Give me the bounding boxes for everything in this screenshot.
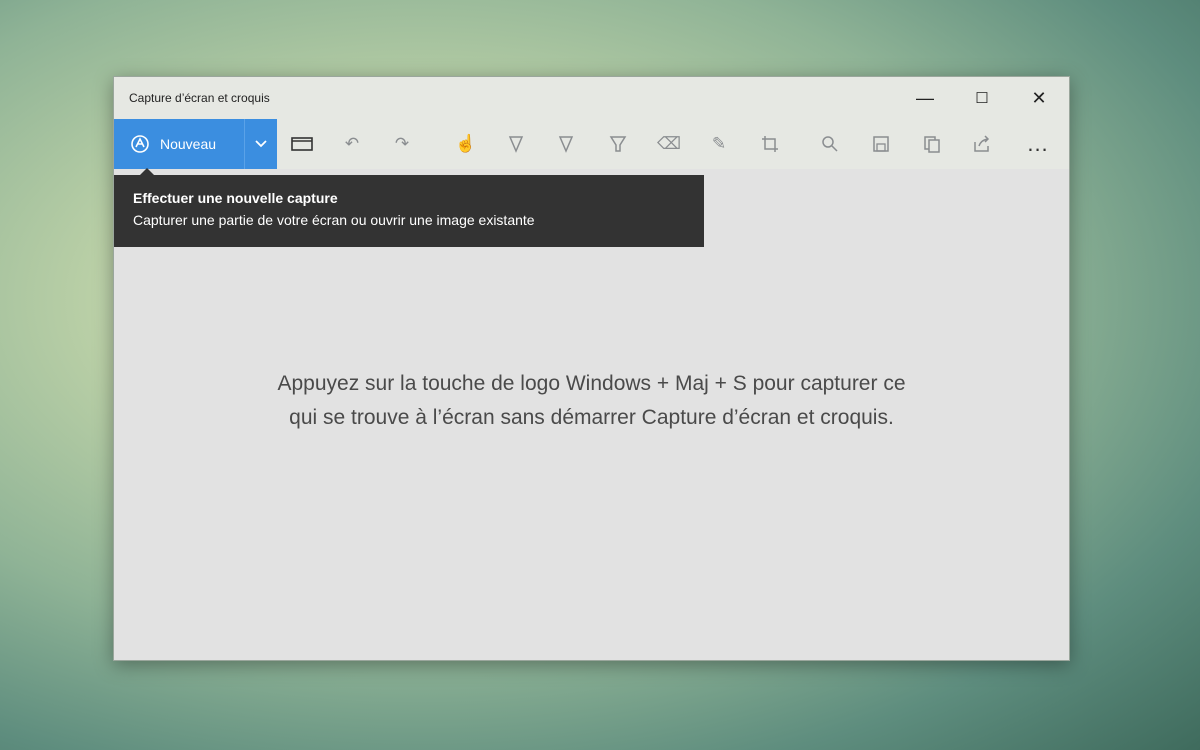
undo-icon: ↶ bbox=[344, 134, 360, 153]
pencil-icon bbox=[558, 135, 574, 153]
save-button[interactable] bbox=[856, 119, 906, 169]
new-snip-icon bbox=[130, 134, 150, 154]
crop-button[interactable] bbox=[745, 119, 795, 169]
more-options-button[interactable]: ... bbox=[1013, 119, 1063, 169]
maximize-button[interactable]: ☐ bbox=[954, 77, 1010, 119]
minimize-button[interactable]: — bbox=[897, 77, 953, 119]
copy-icon bbox=[923, 135, 941, 153]
share-icon bbox=[973, 135, 991, 153]
tooltip-title: Effectuer une nouvelle capture bbox=[133, 190, 338, 206]
toolbar: Nouveau ↶ ↷ ☝ ⌫ ✎ ... bbox=[114, 119, 1069, 169]
ballpoint-pen-button[interactable] bbox=[491, 119, 541, 169]
pen-icon bbox=[508, 135, 524, 153]
crop-icon bbox=[761, 135, 779, 153]
window-icon bbox=[291, 136, 313, 152]
eraser-icon: ⌫ bbox=[656, 134, 682, 153]
highlighter-button[interactable] bbox=[593, 119, 643, 169]
new-capture-dropdown[interactable] bbox=[244, 119, 277, 169]
app-window: Capture d’écran et croquis — ☐ ✕ Nouveau bbox=[113, 76, 1070, 661]
share-button[interactable] bbox=[957, 119, 1007, 169]
zoom-icon bbox=[821, 135, 839, 153]
chevron-down-icon bbox=[254, 139, 268, 149]
new-capture-tooltip: Effectuer une nouvelle capture Capturer … bbox=[114, 168, 704, 247]
zoom-button[interactable] bbox=[805, 119, 855, 169]
new-capture-button[interactable]: Nouveau bbox=[114, 119, 244, 169]
undo-button[interactable]: ↶ bbox=[327, 119, 377, 169]
tooltip-description: Capturer une partie de votre écran ou ou… bbox=[133, 212, 535, 228]
pencil-button[interactable] bbox=[541, 119, 591, 169]
ruler-button[interactable]: ✎ bbox=[694, 119, 744, 169]
canvas-hint-text: Appuyez sur la touche de logo Windows + … bbox=[277, 372, 906, 429]
copy-button[interactable] bbox=[907, 119, 957, 169]
window-title: Capture d’écran et croquis bbox=[129, 91, 270, 105]
redo-button[interactable]: ↷ bbox=[377, 119, 427, 169]
ruler-icon: ✎ bbox=[711, 134, 727, 153]
eraser-button[interactable]: ⌫ bbox=[644, 119, 694, 169]
touch-writing-button[interactable]: ☝ bbox=[441, 119, 491, 169]
highlighter-icon bbox=[609, 135, 627, 153]
new-capture-label: Nouveau bbox=[160, 136, 217, 152]
title-bar: Capture d’écran et croquis — ☐ ✕ bbox=[114, 77, 1069, 119]
tooltip-arrow bbox=[140, 168, 154, 175]
touch-icon: ☝ bbox=[455, 134, 477, 153]
save-icon bbox=[872, 135, 890, 153]
open-file-button[interactable] bbox=[277, 119, 327, 169]
close-button[interactable]: ✕ bbox=[1011, 77, 1067, 119]
redo-icon: ↷ bbox=[394, 134, 410, 153]
